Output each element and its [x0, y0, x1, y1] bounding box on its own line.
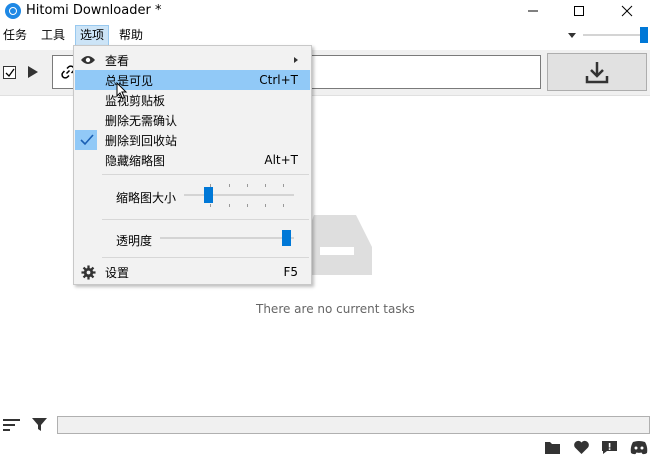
- menu-separator: [102, 219, 309, 220]
- heart-icon[interactable]: [573, 440, 590, 455]
- slider-tick: [210, 204, 211, 207]
- sort-icon[interactable]: [3, 418, 21, 432]
- mouse-cursor-icon: [116, 82, 128, 100]
- top-slider-track[interactable]: [583, 34, 641, 36]
- maximize-icon: [574, 6, 584, 16]
- filter-input[interactable]: [57, 416, 650, 434]
- submenu-arrow-icon: [294, 57, 298, 63]
- folder-icon[interactable]: [544, 440, 561, 455]
- opacity-label: 透明度: [116, 234, 153, 248]
- app-logo-icon: [5, 3, 21, 19]
- close-button[interactable]: [604, 0, 650, 22]
- menu-help[interactable]: 帮助: [115, 25, 147, 46]
- opacity-track[interactable]: [160, 237, 294, 239]
- menu-item-delete-no-confirm[interactable]: 删除无需确认: [75, 110, 310, 130]
- slider-tick: [265, 204, 266, 207]
- empty-tasks-text: There are no current tasks: [256, 302, 415, 316]
- window-title: Hitomi Downloader *: [26, 3, 162, 18]
- slider-tick: [247, 204, 248, 207]
- menu-tools[interactable]: 工具: [37, 25, 69, 46]
- menu-item-settings-label: 设置: [105, 265, 130, 280]
- menu-item-always-visible-label: 总是可见: [105, 73, 154, 88]
- menu-item-settings[interactable]: 设置 F5: [75, 262, 310, 282]
- discord-icon[interactable]: [629, 440, 649, 455]
- play-icon[interactable]: [28, 66, 38, 78]
- menu-item-monitor-clipboard-label: 监视剪贴板: [105, 93, 166, 108]
- menu-item-hide-thumbnails[interactable]: 隐藏缩略图 Alt+T: [75, 150, 310, 170]
- thumbnail-size-handle[interactable]: [204, 187, 213, 203]
- download-icon: [585, 62, 609, 84]
- select-all-checkbox[interactable]: [3, 66, 16, 79]
- menu-bar: 任务 工具 选项 帮助: [0, 25, 147, 46]
- feedback-icon[interactable]: [601, 440, 618, 455]
- gear-icon: [80, 264, 96, 280]
- menu-separator: [102, 257, 309, 258]
- shortcut-alt-t: Alt+T: [264, 153, 298, 167]
- menu-separator: [102, 174, 309, 175]
- slider-tick: [229, 184, 230, 187]
- close-icon: [621, 5, 633, 17]
- menu-item-view[interactable]: 查看: [75, 50, 310, 70]
- menu-item-hide-thumbnails-label: 隐藏缩略图: [105, 153, 166, 168]
- thumbnail-size-track[interactable]: [184, 194, 294, 196]
- menu-item-view-label: 查看: [105, 53, 130, 68]
- minimize-button[interactable]: [510, 0, 556, 22]
- menu-item-monitor-clipboard[interactable]: 监视剪贴板: [75, 90, 310, 110]
- top-slider-handle[interactable]: [640, 27, 648, 43]
- opacity-handle[interactable]: [282, 230, 291, 246]
- checkmark-icon: [5, 68, 15, 78]
- menu-item-delete-to-recycle-label: 删除到回收站: [105, 133, 178, 148]
- minimize-icon: [528, 10, 538, 12]
- dropdown-arrow-icon[interactable]: [568, 33, 576, 38]
- menu-item-delete-to-recycle[interactable]: 删除到回收站: [75, 130, 310, 150]
- shortcut-ctrl-t: Ctrl+T: [259, 73, 298, 87]
- menu-item-delete-no-confirm-label: 删除无需确认: [105, 113, 178, 128]
- menu-options[interactable]: 选项: [75, 25, 110, 46]
- slider-tick: [247, 184, 248, 187]
- checkmark-icon: [79, 132, 95, 148]
- slider-tick: [283, 204, 284, 207]
- slider-tick: [283, 184, 284, 187]
- options-dropdown-menu: 查看 总是可见 Ctrl+T 监视剪贴板 删除无需确认 删除到回收站 隐藏缩略图…: [73, 45, 312, 285]
- shortcut-f5: F5: [283, 265, 298, 279]
- menu-item-always-visible[interactable]: 总是可见 Ctrl+T: [75, 70, 310, 90]
- slider-tick: [229, 204, 230, 207]
- slider-tick: [265, 184, 266, 187]
- maximize-button[interactable]: [556, 0, 602, 22]
- title-bar: Hitomi Downloader *: [0, 0, 650, 22]
- menu-task[interactable]: 任务: [0, 25, 31, 46]
- filter-icon[interactable]: [32, 417, 47, 432]
- download-button[interactable]: [547, 53, 647, 91]
- thumbnail-size-label: 缩略图大小: [116, 191, 177, 205]
- eye-icon: [80, 52, 96, 68]
